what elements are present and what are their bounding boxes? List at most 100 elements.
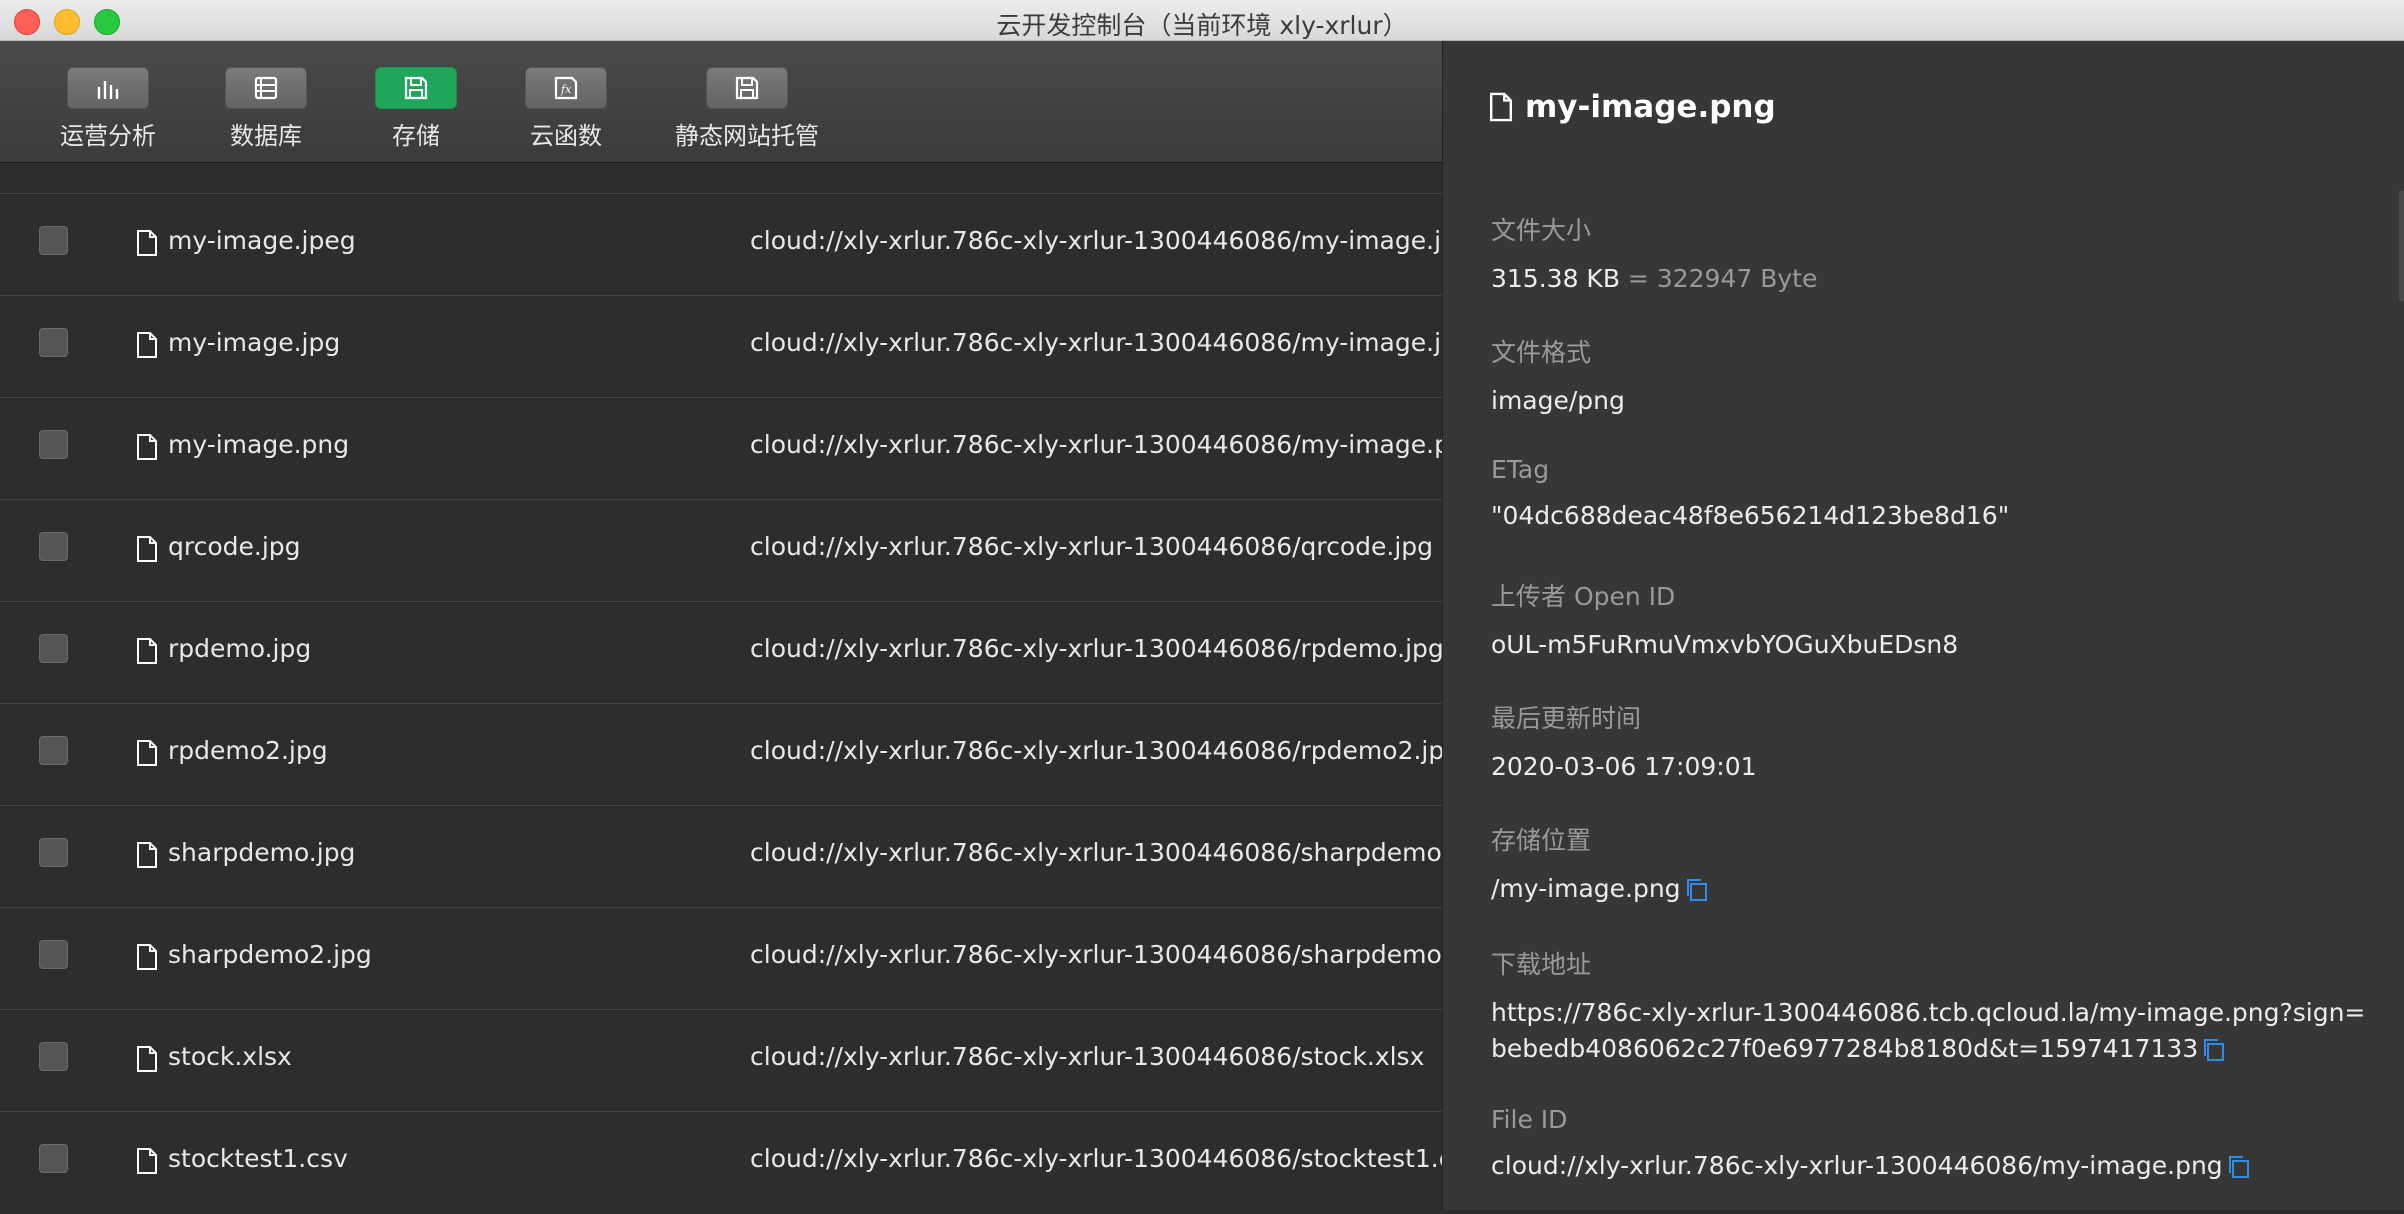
detail-size-label: 文件大小 bbox=[1491, 216, 1592, 245]
window-title: 云开发控制台（当前环境 xly-xrlur） bbox=[996, 11, 1408, 40]
detail-download-row: https://786c-xly-xrlur-1300446086.tcb.qc… bbox=[1491, 995, 2371, 1067]
toolbar-functions-label: 云函数 bbox=[530, 122, 602, 150]
bar-chart-icon bbox=[67, 67, 149, 109]
file-name: rpdemo2.jpg bbox=[168, 736, 328, 765]
file-name: my-image.jpeg bbox=[168, 226, 356, 255]
detail-download-value: https://786c-xly-xrlur-1300446086.tcb.qc… bbox=[1491, 998, 2366, 1063]
detail-etag: ETag "04dc688deac48f8e656214d123be8d16" bbox=[1491, 455, 2371, 534]
file-icon bbox=[137, 944, 157, 970]
detail-location: 存储位置 /my-image.png bbox=[1491, 821, 2371, 907]
file-id: cloud://xly-xrlur.786c-xly-xrlur-1300446… bbox=[750, 430, 1442, 459]
detail-download: 下载地址 https://786c-xly-xrlur-1300446086.t… bbox=[1491, 945, 2371, 1067]
toolbar-hosting-button[interactable]: 静态网站托管 bbox=[672, 67, 822, 151]
file-icon bbox=[137, 740, 157, 766]
file-row[interactable]: my-image.jpg cloud://xly-xrlur.786c-xly-… bbox=[0, 295, 1442, 398]
toolbar-hosting-label: 静态网站托管 bbox=[675, 122, 819, 150]
toolbar-storage-button[interactable]: 存储 bbox=[356, 67, 476, 151]
detail-updated: 最后更新时间 2020-03-06 17:09:01 bbox=[1491, 699, 2371, 785]
detail-uploader-value: oUL-m5FuRmuVmxvbYOGuXbuEDsn8 bbox=[1491, 630, 1959, 659]
file-icon bbox=[137, 230, 157, 256]
file-id: cloud://xly-xrlur.786c-xly-xrlur-1300446… bbox=[750, 532, 1434, 561]
toolbar-analytics-button[interactable]: 运营分析 bbox=[48, 67, 168, 151]
detail-uploader: 上传者 Open ID oUL-m5FuRmuVmxvbYOGuXbuEDsn8 bbox=[1491, 577, 2371, 663]
file-name: rpdemo.jpg bbox=[168, 634, 312, 663]
detail-format-value: image/png bbox=[1491, 386, 1625, 415]
file-icon bbox=[137, 842, 157, 868]
detail-fileid-value: cloud://xly-xrlur.786c-xly-xrlur-1300446… bbox=[1491, 1151, 2223, 1180]
file-row[interactable]: sharpdemo.jpg cloud://xly-xrlur.786c-xly… bbox=[0, 805, 1442, 908]
file-row[interactable]: my-image.jpeg cloud://xly-xrlur.786c-xly… bbox=[0, 193, 1442, 296]
file-id: cloud://xly-xrlur.786c-xly-xrlur-1300446… bbox=[750, 226, 1442, 255]
hosting-icon bbox=[706, 67, 788, 109]
save-icon bbox=[375, 67, 457, 109]
row-checkbox[interactable] bbox=[39, 1144, 68, 1173]
row-checkbox[interactable] bbox=[39, 838, 68, 867]
detail-download-label: 下载地址 bbox=[1491, 950, 1592, 979]
toolbar-functions-button[interactable]: fx 云函数 bbox=[506, 67, 626, 151]
file-id: cloud://xly-xrlur.786c-xly-xrlur-1300446… bbox=[750, 1144, 1442, 1173]
detail-title-text: my-image.png bbox=[1525, 89, 1776, 125]
detail-location-row: /my-image.png bbox=[1491, 871, 2371, 907]
toolbar-analytics-label: 运营分析 bbox=[60, 122, 156, 150]
file-icon bbox=[137, 1046, 157, 1072]
window-titlebar: 云开发控制台（当前环境 xly-xrlur） bbox=[0, 0, 2404, 41]
file-icon bbox=[137, 536, 157, 562]
toolbar-database-label: 数据库 bbox=[230, 122, 302, 150]
row-checkbox[interactable] bbox=[39, 736, 68, 765]
copy-icon[interactable] bbox=[1685, 877, 1709, 903]
file-name: qrcode.jpg bbox=[168, 532, 301, 561]
file-id: cloud://xly-xrlur.786c-xly-xrlur-1300446… bbox=[750, 940, 1442, 969]
file-id: cloud://xly-xrlur.786c-xly-xrlur-1300446… bbox=[750, 634, 1442, 663]
row-checkbox[interactable] bbox=[39, 940, 68, 969]
file-name: my-image.png bbox=[168, 430, 350, 459]
file-id: cloud://xly-xrlur.786c-xly-xrlur-1300446… bbox=[750, 328, 1442, 357]
detail-etag-value: "04dc688deac48f8e656214d123be8d16" bbox=[1491, 501, 2010, 530]
size-kb: 315.38 KB bbox=[1491, 264, 1620, 293]
file-id: cloud://xly-xrlur.786c-xly-xrlur-1300446… bbox=[750, 838, 1442, 867]
file-name: sharpdemo.jpg bbox=[168, 838, 356, 867]
detail-location-value: /my-image.png bbox=[1491, 874, 1681, 903]
file-row[interactable]: stocktest1.csv cloud://xly-xrlur.786c-xl… bbox=[0, 1111, 1442, 1214]
detail-format-label: 文件格式 bbox=[1491, 338, 1592, 367]
size-bytes: = 322947 Byte bbox=[1627, 264, 1818, 293]
file-icon bbox=[137, 638, 157, 664]
file-name: stock.xlsx bbox=[168, 1042, 292, 1071]
row-checkbox[interactable] bbox=[39, 430, 68, 459]
detail-fileid-label: File ID bbox=[1491, 1105, 1568, 1134]
detail-uploader-label: 上传者 Open ID bbox=[1491, 582, 1676, 611]
file-name: stocktest1.csv bbox=[168, 1144, 348, 1173]
detail-fileid-row: cloud://xly-xrlur.786c-xly-xrlur-1300446… bbox=[1491, 1148, 2371, 1184]
file-row[interactable]: rpdemo2.jpg cloud://xly-xrlur.786c-xly-x… bbox=[0, 703, 1442, 806]
file-name: my-image.jpg bbox=[168, 328, 341, 357]
function-icon: fx bbox=[525, 67, 607, 109]
copy-icon[interactable] bbox=[2227, 1154, 2251, 1180]
row-checkbox[interactable] bbox=[39, 226, 68, 255]
file-row[interactable]: qrcode.jpg cloud://xly-xrlur.786c-xly-xr… bbox=[0, 499, 1442, 602]
detail-title: my-image.png bbox=[1489, 89, 1776, 125]
scroll-edge bbox=[2399, 191, 2404, 301]
detail-updated-value: 2020-03-06 17:09:01 bbox=[1491, 752, 1757, 781]
row-checkbox[interactable] bbox=[39, 634, 68, 663]
file-row[interactable]: stock.xlsx cloud://xly-xrlur.786c-xly-xr… bbox=[0, 1009, 1442, 1112]
file-row[interactable]: rpdemo.jpg cloud://xly-xrlur.786c-xly-xr… bbox=[0, 601, 1442, 704]
file-row[interactable]: my-image.png cloud://xly-xrlur.786c-xly-… bbox=[0, 397, 1442, 500]
file-icon bbox=[1489, 92, 1513, 122]
detail-format: 文件格式 image/png bbox=[1491, 333, 2371, 419]
detail-fileid: File ID cloud://xly-xrlur.786c-xly-xrlur… bbox=[1491, 1105, 2371, 1184]
toolbar-storage-label: 存储 bbox=[392, 122, 440, 150]
file-id: cloud://xly-xrlur.786c-xly-xrlur-1300446… bbox=[750, 1042, 1425, 1071]
file-icon bbox=[137, 332, 157, 358]
file-list: my-image.jpeg cloud://xly-xrlur.786c-xly… bbox=[0, 163, 1442, 1210]
file-row[interactable]: sharpdemo2.jpg cloud://xly-xrlur.786c-xl… bbox=[0, 907, 1442, 1010]
database-icon bbox=[225, 67, 307, 109]
detail-location-label: 存储位置 bbox=[1491, 826, 1592, 855]
file-id: cloud://xly-xrlur.786c-xly-xrlur-1300446… bbox=[750, 736, 1442, 765]
toolbar-database-button[interactable]: 数据库 bbox=[206, 67, 326, 151]
row-checkbox[interactable] bbox=[39, 532, 68, 561]
row-checkbox[interactable] bbox=[39, 1042, 68, 1071]
copy-icon[interactable] bbox=[2202, 1037, 2226, 1063]
detail-size-value: 315.38 KB = 322947 Byte bbox=[1491, 261, 2371, 297]
row-checkbox[interactable] bbox=[39, 328, 68, 357]
file-icon bbox=[137, 434, 157, 460]
detail-size: 文件大小 315.38 KB = 322947 Byte bbox=[1491, 211, 2371, 297]
